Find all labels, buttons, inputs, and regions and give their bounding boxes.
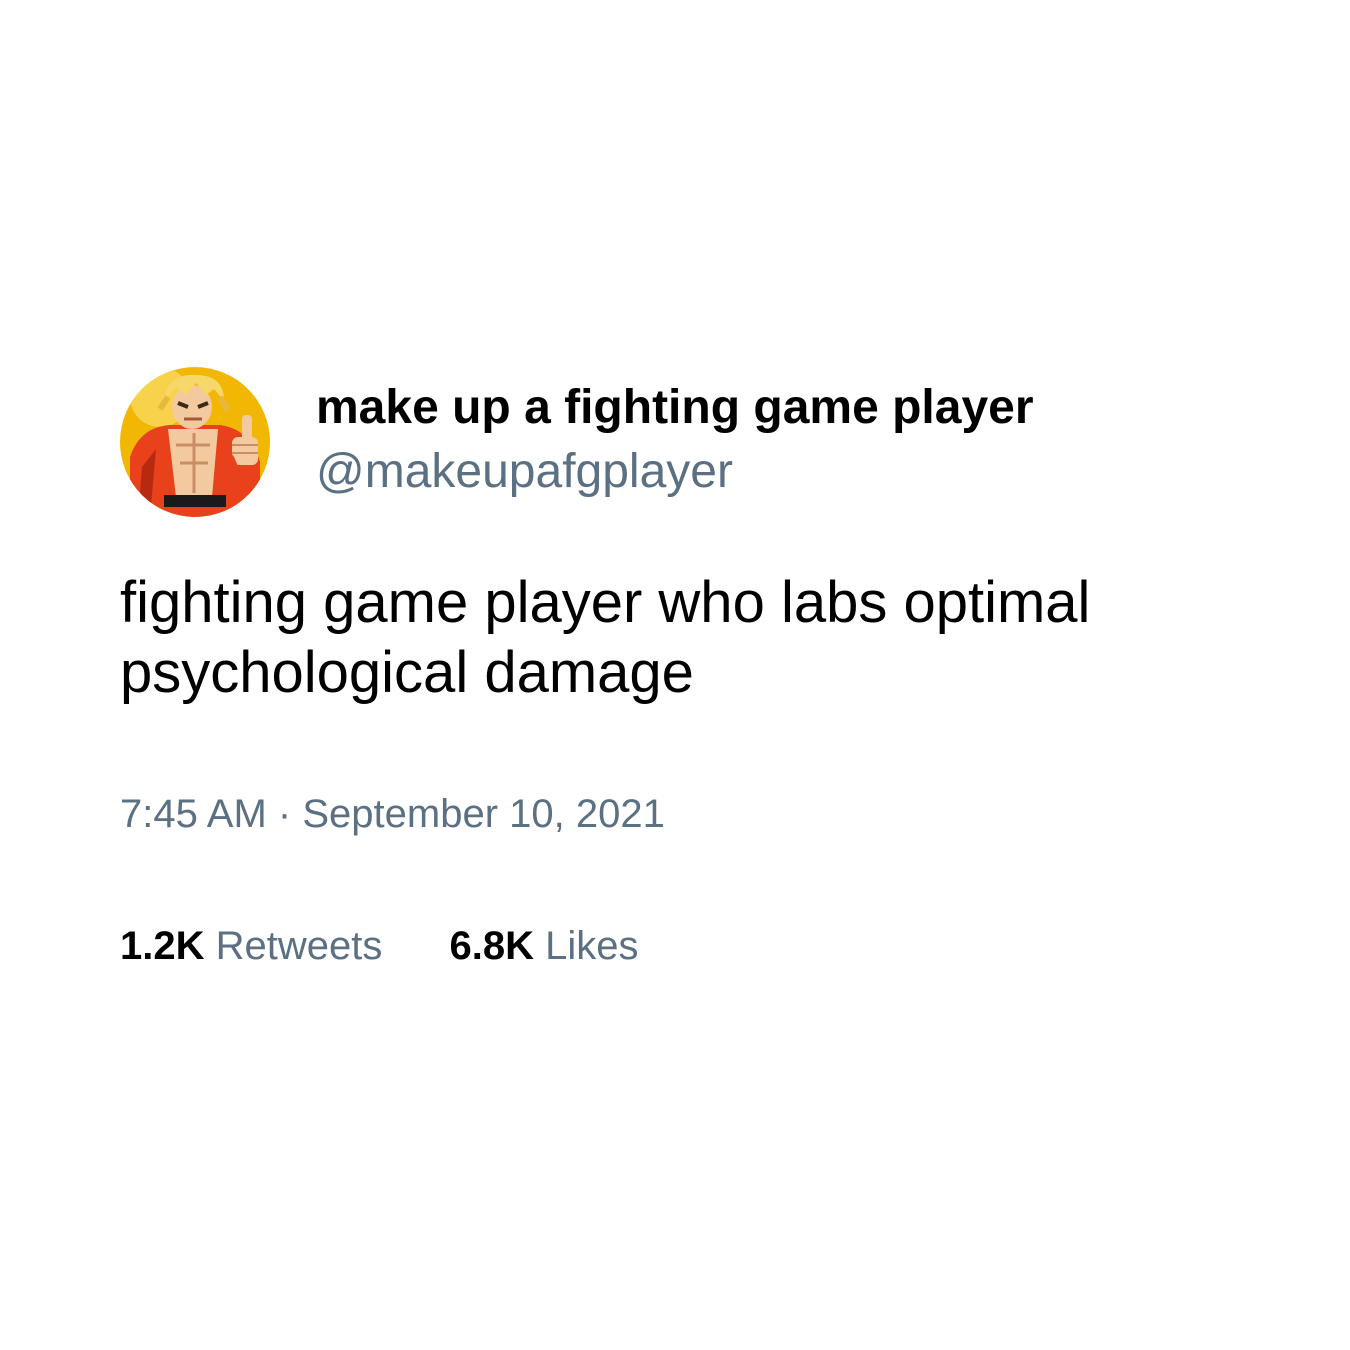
retweets-count: 1.2K <box>120 924 205 968</box>
likes-stat[interactable]: 6.8K Likes <box>450 922 639 970</box>
display-name[interactable]: make up a fighting game player <box>316 380 1034 436</box>
retweets-label: Retweets <box>215 924 383 968</box>
tweet-text: fighting game player who labs optimal ps… <box>120 570 1091 705</box>
tweet-header: make up a fighting game player @makeupaf… <box>120 366 1230 518</box>
tweet-date: September 10, 2021 <box>302 792 665 836</box>
tweet-card: make up a fighting game player @makeupaf… <box>120 366 1230 970</box>
user-handle[interactable]: @makeupafgplayer <box>316 444 1034 500</box>
tweet-stats: 1.2K Retweets 6.8K Likes <box>120 922 1230 970</box>
avatar[interactable] <box>120 367 270 517</box>
fighter-avatar-icon <box>120 367 270 517</box>
retweets-stat[interactable]: 1.2K Retweets <box>120 922 382 970</box>
user-names: make up a fighting game player @makeupaf… <box>316 380 1034 500</box>
tweet-timestamp[interactable]: 7:45 AM · September 10, 2021 <box>120 790 1230 838</box>
tweet-time: 7:45 AM <box>120 792 267 836</box>
timestamp-separator: · <box>277 792 292 836</box>
likes-count: 6.8K <box>449 924 535 968</box>
likes-label: Likes <box>545 924 639 968</box>
